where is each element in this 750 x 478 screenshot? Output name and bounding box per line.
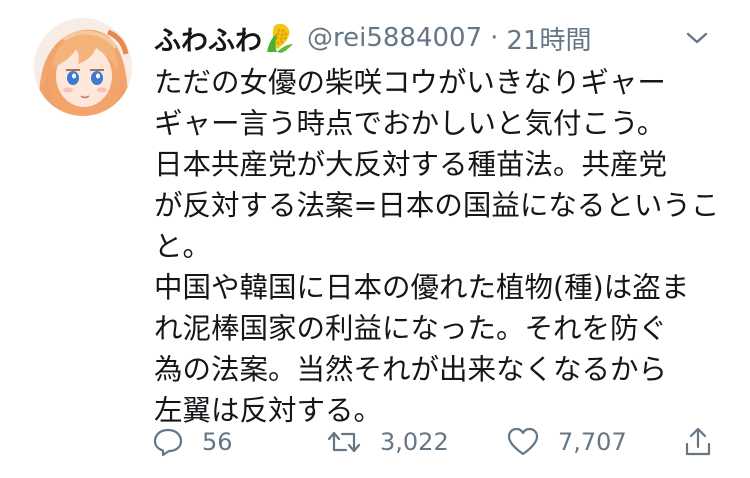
retweet-icon [326,426,362,458]
reply-icon [152,426,184,458]
share-icon [682,426,714,458]
tweet-text-line: と。 [154,230,212,263]
tweet-text-line: 為の法案。当然それが出来なくなるから [154,353,668,386]
avatar[interactable] [34,18,132,116]
like-button[interactable]: 7,707 [506,420,627,464]
reply-count: 56 [202,428,233,456]
timestamp[interactable]: 21時間 [506,20,591,57]
tweet-text-line: ただの女優の柴咲コウがいきなりギャー [154,66,666,99]
tweet-text-line: れ泥棒国家の利益になった。それを防ぐ [154,312,668,345]
tweet-card[interactable]: ふわふわ @rei5884007 · 21時間 ただの女優の柴咲コウがいきなりギ… [0,0,750,478]
tweet-text-line: 日本共産党が大反対する種苗法。共産党 [154,148,668,181]
corn-icon [265,22,295,54]
heart-icon [506,426,540,458]
share-button[interactable] [682,420,714,464]
tweet-text-line: が反対する法案=日本の国益になるというこ [154,189,720,222]
user-handle[interactable]: @rei5884007 [307,23,482,53]
retweet-button[interactable]: 3,022 [326,420,449,464]
tweet-header: ふわふわ @rei5884007 · 21時間 [154,18,730,58]
avatar-illustration [34,18,132,116]
chevron-down-icon[interactable] [684,27,710,49]
retweet-count: 3,022 [380,428,449,456]
reply-button[interactable]: 56 [152,420,233,464]
separator-dot: · [490,23,499,53]
tweet-text: ただの女優の柴咲コウがいきなりギャー ギャー言う時点でおかしいと気付こう。 日本… [154,62,729,431]
tweet-text-line: ギャー言う時点でおかしいと気付こう。 [154,107,666,140]
like-count: 7,707 [558,428,627,456]
tweet-text-line: 中国や韓国に日本の優れた植物(種)は盗ま [154,271,690,304]
tweet-actions: 56 3,022 7,707 [152,420,722,464]
display-name[interactable]: ふわふわ [154,19,262,58]
